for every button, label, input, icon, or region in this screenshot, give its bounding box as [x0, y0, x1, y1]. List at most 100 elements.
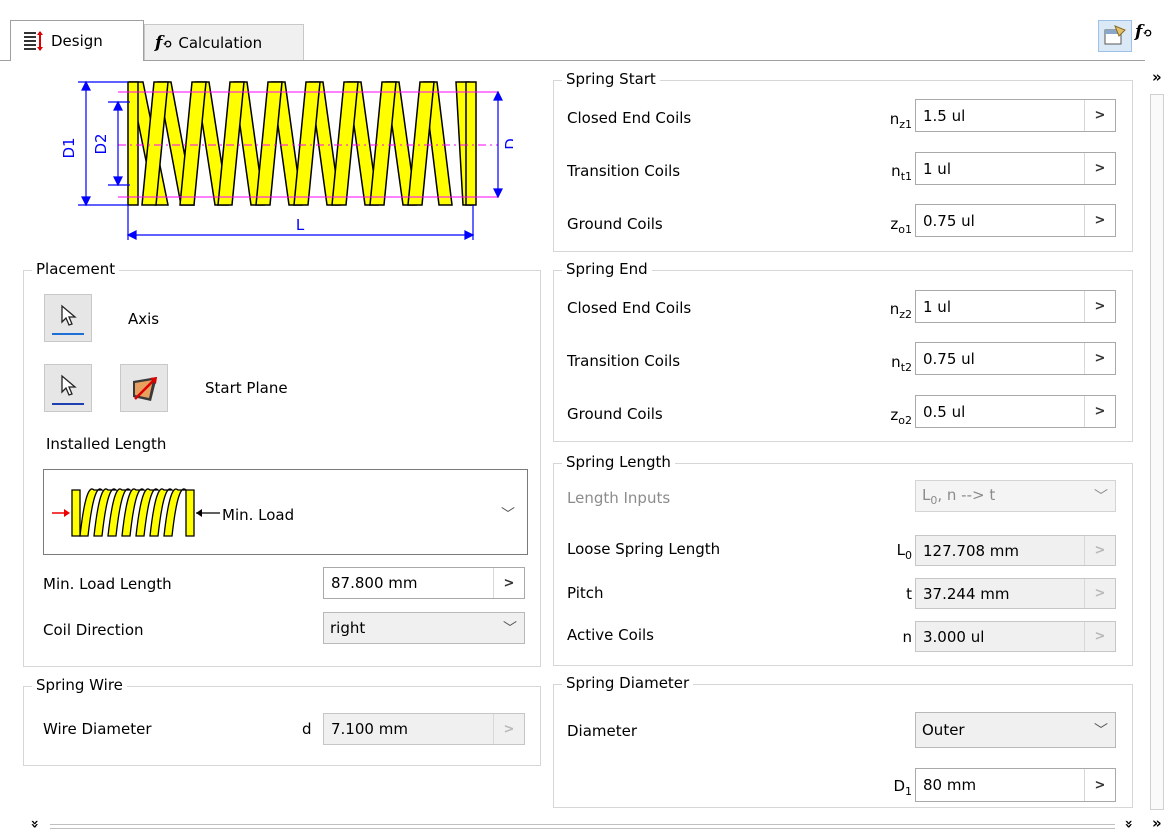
spring-icon [24, 31, 43, 51]
chevron-down-icon: ﹀ [1094, 489, 1108, 505]
dimension-l-label: L [296, 216, 305, 234]
chevron-right-icon: > [1084, 622, 1115, 651]
end-transition-field[interactable]: 0.75 ul > [915, 342, 1116, 375]
end-transition-value: 0.75 ul [923, 349, 975, 368]
expand-corner-icon[interactable]: » [1152, 814, 1162, 832]
chevron-right-icon: > [1084, 536, 1115, 565]
coil-direction-label: Coil Direction [43, 621, 144, 639]
chevron-right-icon: > [1084, 579, 1115, 608]
end-transition-symbol: nt2 [891, 353, 912, 374]
end-ground-symbol: zo2 [890, 406, 912, 427]
axis-underline [52, 333, 84, 335]
length-inputs-select: L0, n --> t ﹀ [915, 480, 1116, 512]
spring-length-legend: Spring Length [562, 453, 675, 471]
tab-bar: Design f⟲ Calculation f⟲ [0, 0, 1167, 61]
placement-legend: Placement [32, 260, 120, 278]
start-ground-field[interactable]: 0.75 ul > [915, 204, 1116, 237]
start-ground-label: Ground Coils [567, 215, 663, 233]
dimension-d2-label: D2 [92, 133, 110, 154]
diameter-value: Outer [922, 721, 965, 739]
chevron-right-icon: > [493, 714, 524, 744]
expand-down-icon[interactable]: » [1121, 819, 1137, 828]
chevron-right-icon[interactable]: > [1084, 343, 1115, 374]
loose-length-label: Loose Spring Length [567, 540, 721, 558]
chevron-down-icon: ﹀ [503, 621, 517, 637]
end-closed-value: 1 ul [923, 297, 951, 316]
pitch-field[interactable]: 37.244 mm > [915, 578, 1116, 609]
spring-diameter-legend: Spring Diameter [562, 674, 694, 692]
d1-value: 80 mm [923, 776, 977, 794]
end-ground-field[interactable]: 0.5 ul > [915, 395, 1116, 428]
min-load-length-label: Min. Load Length [43, 575, 172, 593]
start-transition-symbol: nt1 [891, 162, 912, 183]
fx-toolbar-button[interactable]: f⟲ [1135, 22, 1167, 50]
flip-icon [133, 377, 157, 401]
spring-diagram: D1 D2 D L [48, 70, 520, 250]
axis-label: Axis [128, 310, 160, 328]
loose-length-symbol: L0 [896, 541, 912, 562]
pitch-symbol: t [906, 585, 912, 603]
chevron-right-icon[interactable]: > [493, 568, 524, 598]
chevron-right-icon[interactable]: > [1084, 100, 1115, 131]
start-closed-field[interactable]: 1.5 ul > [915, 99, 1116, 132]
axis-pick-button[interactable] [44, 294, 92, 342]
scrollbar-track[interactable] [1150, 94, 1164, 810]
length-inputs-value: L0, n --> t [922, 485, 996, 507]
installed-length-select[interactable]: Min. Load ﹀ [43, 469, 528, 555]
chevron-right-icon[interactable]: > [1084, 153, 1115, 184]
start-plane-underline [52, 403, 84, 405]
cursor-pick-icon [61, 304, 77, 326]
spring-end-legend: Spring End [562, 260, 652, 278]
wire-diameter-label: Wire Diameter [43, 720, 152, 738]
spring-wire-legend: Spring Wire [32, 676, 127, 694]
start-ground-symbol: zo1 [890, 215, 912, 236]
chevron-right-icon[interactable]: > [1084, 769, 1115, 801]
wire-diameter-symbol: d [302, 720, 312, 738]
length-inputs-label: Length Inputs [567, 489, 671, 507]
start-closed-label: Closed End Coils [567, 109, 692, 127]
flip-button[interactable] [120, 364, 168, 412]
active-coils-label: Active Coils [567, 626, 654, 644]
properties-button[interactable] [1098, 20, 1132, 52]
chevron-down-icon: ﹀ [1094, 723, 1108, 739]
min-load-length-field[interactable]: 87.800 mm > [323, 567, 525, 599]
start-transition-field[interactable]: 1 ul > [915, 152, 1116, 185]
end-ground-label: Ground Coils [567, 405, 663, 423]
chevron-right-icon[interactable]: > [1084, 205, 1115, 236]
pitch-label: Pitch [567, 584, 604, 602]
pitch-value: 37.244 mm [923, 584, 1010, 603]
chevron-down-icon: ﹀ [501, 507, 515, 523]
spring-start-legend: Spring Start [562, 70, 660, 88]
chevron-right-icon[interactable]: > [1084, 396, 1115, 427]
cursor-pick-icon [61, 374, 77, 396]
expand-right-icon[interactable]: » [1152, 68, 1162, 86]
start-ground-value: 0.75 ul [923, 211, 975, 230]
splitter-line[interactable] [50, 824, 1115, 829]
active-coils-symbol: n [902, 628, 912, 646]
dimension-d-label: D [502, 138, 513, 150]
coil-direction-select[interactable]: right ﹀ [323, 612, 525, 644]
diameter-label: Diameter [567, 722, 638, 740]
d1-field[interactable]: 80 mm > [915, 768, 1116, 802]
start-plane-pick-button[interactable] [44, 364, 92, 412]
start-closed-symbol: nz1 [889, 110, 912, 131]
start-plane-label: Start Plane [205, 379, 288, 397]
diameter-select[interactable]: Outer ﹀ [915, 712, 1116, 748]
tab-design[interactable]: Design [10, 20, 144, 61]
tab-calculation-label: Calculation [178, 33, 263, 52]
tab-calculation[interactable]: f⟲ Calculation [144, 24, 304, 60]
end-closed-field[interactable]: 1 ul > [915, 290, 1116, 323]
installed-length-spring-icon [52, 488, 220, 537]
active-coils-field[interactable]: 3.000 ul > [915, 621, 1116, 652]
chevron-right-icon[interactable]: > [1084, 291, 1115, 322]
dimension-d1-label: D1 [60, 137, 78, 158]
properties-icon [1104, 25, 1126, 45]
start-transition-label: Transition Coils [567, 162, 681, 180]
end-closed-symbol: nz2 [889, 300, 912, 321]
end-ground-value: 0.5 ul [923, 402, 966, 421]
wire-diameter-field[interactable]: 7.100 mm > [323, 713, 525, 745]
loose-length-field[interactable]: 127.708 mm > [915, 535, 1116, 566]
start-closed-value: 1.5 ul [923, 106, 966, 125]
collapse-down-icon[interactable]: » [27, 819, 43, 828]
spring-diagram-svg: D1 D2 D L [60, 80, 520, 240]
